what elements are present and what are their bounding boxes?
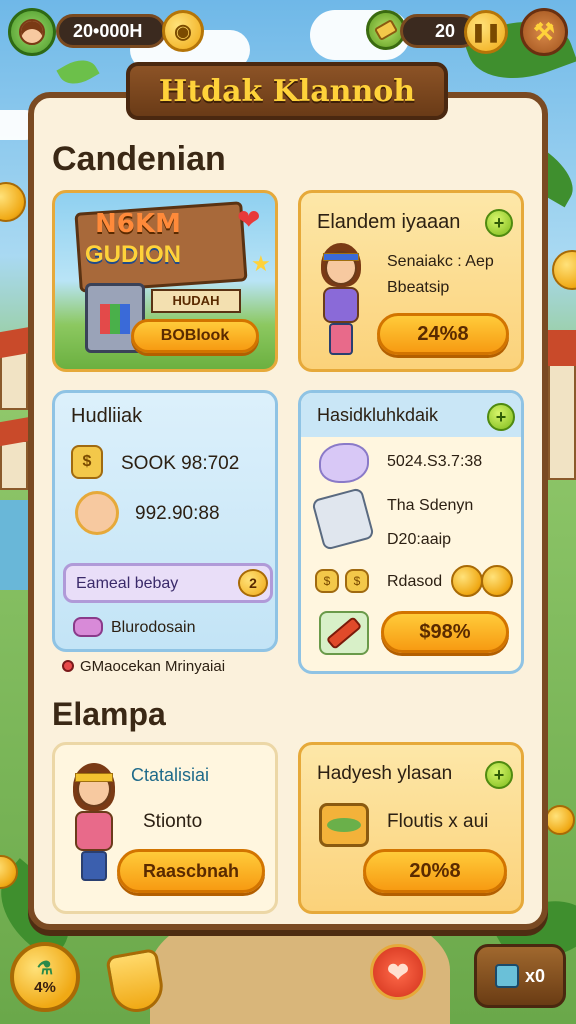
currency-value: 20•000H [73, 20, 143, 41]
section-heading: Candenian [52, 140, 226, 178]
add-icon[interactable]: + [487, 403, 515, 431]
deal-subtitle: Floutis x aui [387, 811, 489, 832]
shop-window [100, 304, 130, 334]
deal-button-label: 20%8 [409, 859, 461, 882]
coin-card-icon: $ [71, 445, 103, 479]
reward-row-3: Rdasod [387, 573, 443, 590]
reward-row-2-line1: Tha Sdenyn [387, 497, 474, 514]
river [0, 500, 30, 590]
stats-footer: Blurodosain [111, 619, 196, 636]
pause-icon: ❚❚ [470, 21, 502, 42]
progress-badge: 2 [238, 569, 268, 597]
boost-button[interactable]: ⚗ 4% [10, 942, 80, 1012]
character-card: Ctatalisiai Stionto Raascbnah [52, 742, 278, 914]
coin-icon [0, 182, 26, 222]
potion-icon: ⚗ [36, 958, 54, 978]
leaf [56, 52, 100, 92]
heart-icon: ❤ [387, 956, 409, 987]
logo-line-2: GUDION [85, 241, 181, 268]
deal-button[interactable]: 20%8 [363, 849, 507, 893]
add-icon[interactable]: + [485, 209, 513, 237]
coin-icon [552, 250, 576, 290]
house-roof [544, 330, 576, 366]
heart-button[interactable]: ❤ [370, 944, 426, 1000]
house [548, 360, 576, 480]
inventory-button[interactable]: x0 [474, 944, 566, 1008]
settings-button[interactable]: ⚒ [520, 8, 568, 56]
avatar-icon [19, 19, 45, 45]
hammer-icon: ⚒ [533, 18, 555, 46]
coin-icon: ◉ [174, 20, 192, 43]
house [0, 350, 28, 410]
currency-display: 20•000H [56, 14, 166, 48]
coin-icon [545, 805, 575, 835]
stats-card: Hudliiak $ SOOK 98:702 992.90:88 Eameal … [52, 390, 278, 652]
deal-card: Hadyesh ylasan + Floutis x aui 20%8 [298, 742, 524, 914]
boost-badge: 4% [34, 979, 56, 996]
feature-card[interactable]: N6KM GUDION HUDAH ❤ ★ BOBlook [52, 190, 278, 372]
brush-icon [319, 611, 369, 655]
note-text: GMaocekan Mrinyaiai [80, 658, 226, 675]
stats-row-2: 992.90:88 [135, 503, 220, 524]
ticket-icon [73, 617, 103, 637]
feature-button-label: BOBlook [160, 327, 230, 344]
feature-button[interactable]: BOBlook [131, 319, 259, 353]
chest-icon [319, 803, 369, 847]
offer-desc-line1: Senaiakc : Aep [387, 253, 494, 270]
character-subtitle: Stionto [143, 811, 203, 832]
coin-box-icon: $ [345, 569, 369, 593]
girl-character [315, 243, 379, 363]
gem-icon [319, 443, 369, 483]
reward-row-1: 5024.S3.7:38 [387, 453, 483, 470]
progress-label: Eameal bebay [76, 575, 179, 592]
logo-text: N6KM [95, 209, 181, 239]
heart-icon: ❤ [237, 204, 261, 235]
character-button-label: Raascbnah [142, 860, 240, 881]
ticket-icon [373, 18, 399, 42]
star-icon: ★ [251, 251, 271, 276]
reward-card: Hasidkluhkdaik + 5024.S3.7:38 Tha Sdenyn… [298, 390, 524, 674]
pause-button[interactable]: ❚❚ [464, 10, 508, 54]
inventory-badge: x0 [524, 965, 546, 986]
panel-title: Htdak Klannoh [158, 73, 416, 109]
tools-icon [311, 487, 375, 551]
add-icon[interactable]: + [485, 761, 513, 789]
character-title: Ctatalisiai [131, 765, 210, 785]
reward-button-label: $98% [419, 620, 471, 643]
character-button[interactable]: Raascbnah [117, 849, 265, 893]
offer-title: Elandem iyaaan [317, 211, 461, 233]
player-avatar-button[interactable] [8, 8, 56, 56]
coin-box-icon: $ [315, 569, 339, 593]
deal-title: Hadyesh ylasan [317, 763, 453, 784]
offer-button[interactable]: 24%8 [377, 313, 509, 355]
coin-icon [451, 565, 483, 597]
stats-row-1: SOOK 98:702 [121, 453, 240, 474]
reward-row-2-line2: D20:aaip [387, 531, 452, 548]
counter-value: 20 [434, 20, 455, 41]
title-banner: Htdak Klannoh [126, 62, 448, 120]
reward-button[interactable]: $98% [381, 611, 509, 653]
logo-line-1: N6KM [95, 209, 181, 239]
section-heading: Elampa [52, 696, 166, 732]
box-icon [494, 964, 519, 988]
coin-icon [481, 565, 513, 597]
offer-desc-line2: Bbeatsip [387, 279, 450, 296]
stats-title: Hudliiak [71, 405, 143, 427]
offer-button-label: 24%8 [417, 322, 469, 345]
character-face-icon [75, 491, 119, 535]
shop-sign: HUDAH [151, 289, 241, 313]
add-currency-button[interactable]: ◉ [162, 10, 204, 52]
progress-bar[interactable]: Eameal bebay 2 [63, 563, 273, 603]
offer-card[interactable]: Elandem iyaaan + Senaiakc : Aep Bbeatsip… [298, 190, 524, 372]
reward-title: Hasidkluhkdaik [317, 405, 439, 425]
note-dot [62, 660, 74, 672]
house [0, 440, 28, 490]
